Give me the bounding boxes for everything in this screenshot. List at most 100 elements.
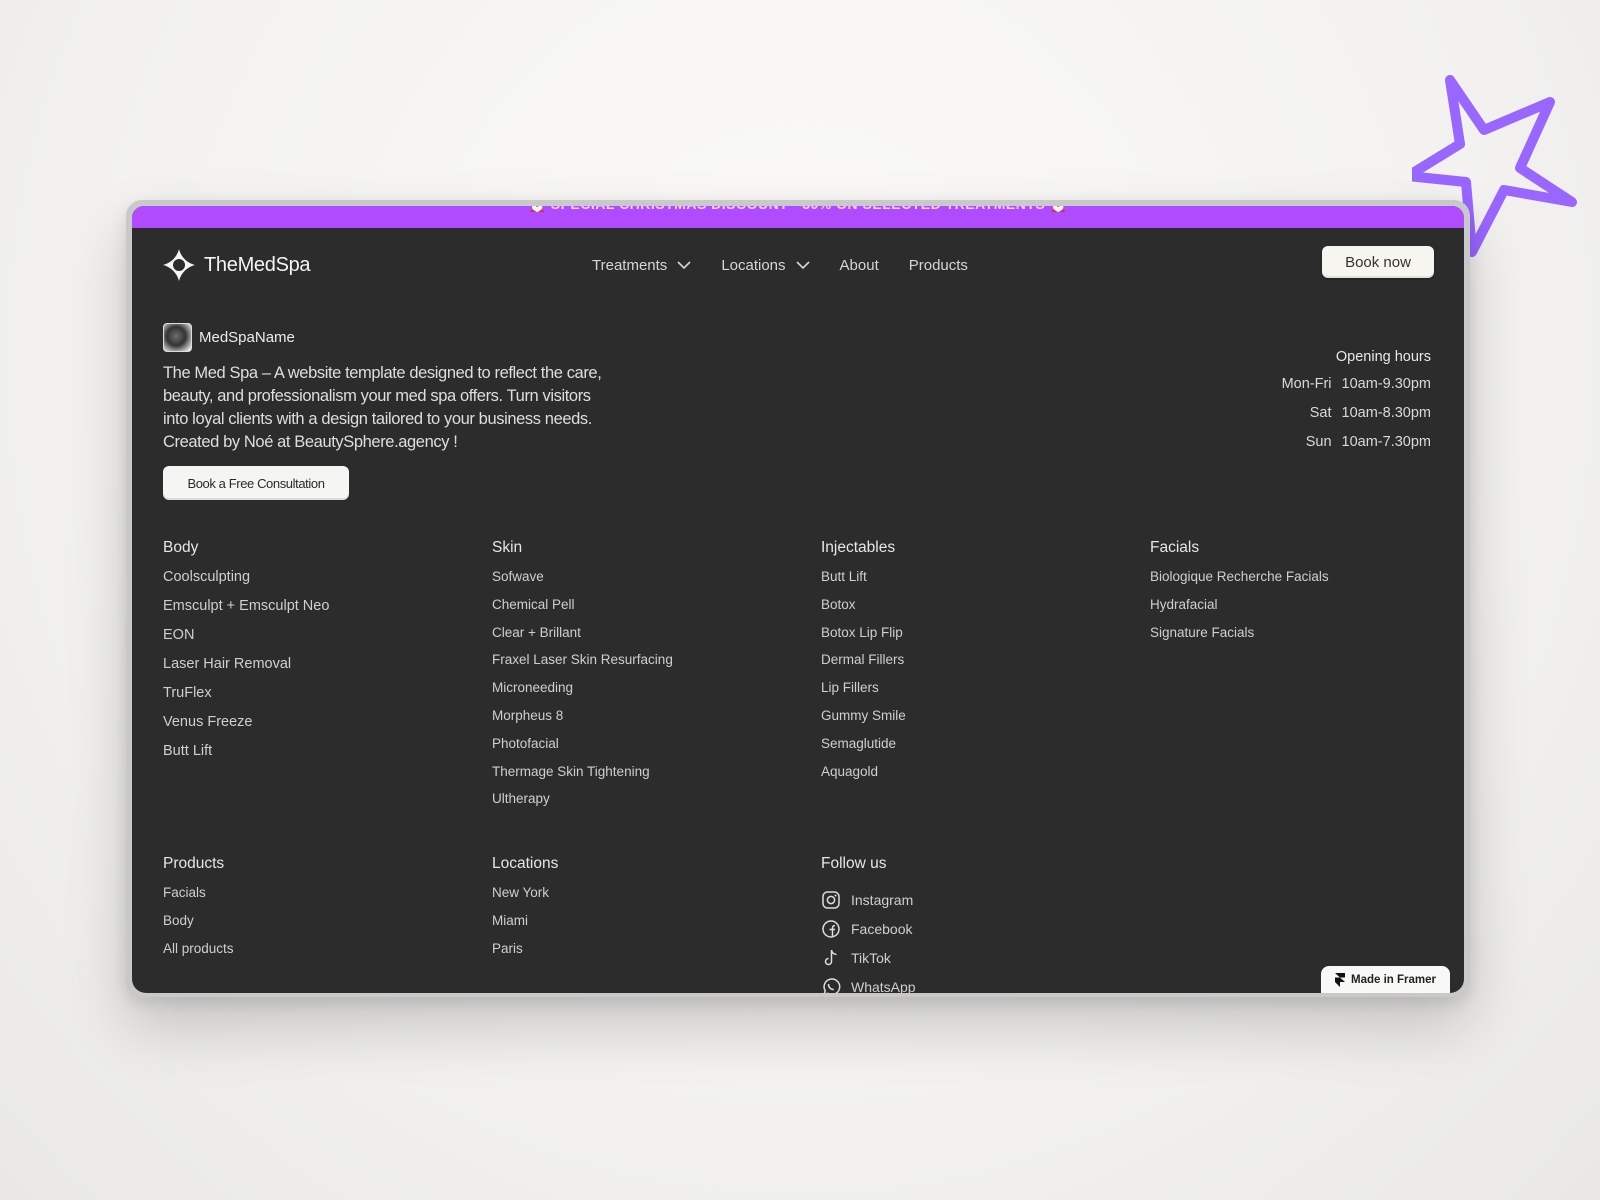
hours-day: Sun	[1305, 434, 1332, 450]
treatment-link[interactable]: Signature Facials	[1150, 625, 1464, 653]
footer-link[interactable]: Paris	[492, 941, 821, 969]
social-label: Instagram	[851, 891, 914, 908]
treatment-link[interactable]: Lip Fillers	[821, 680, 1150, 708]
treatment-link[interactable]: Photofacial	[492, 736, 821, 764]
treatment-link[interactable]: Emsculpt + Emsculpt Neo	[163, 598, 492, 627]
nav-label: Treatments	[592, 256, 668, 274]
made-in-framer-badge[interactable]: Made in Framer	[1321, 966, 1450, 993]
treatment-link[interactable]: Biologique Recherche Facials	[1150, 569, 1464, 597]
nav-about[interactable]: About	[840, 257, 879, 274]
treatment-link[interactable]: Laser Hair Removal	[163, 656, 492, 685]
treatment-link[interactable]: Semaglutide	[821, 736, 1150, 764]
framer-logo-icon	[1335, 972, 1345, 987]
nav-locations[interactable]: Locations	[721, 256, 810, 274]
hours-row: Sun 10am-7.30pm	[1282, 434, 1431, 450]
treatment-column-body: Body Coolsculpting Emsculpt + Emsculpt Neo…	[163, 539, 492, 819]
treatment-link[interactable]: TruFlex	[163, 685, 492, 714]
treatment-link[interactable]: Ultherapy	[492, 791, 821, 819]
header-nav: TheMedSpa Treatments Locations About Pro…	[132, 228, 1464, 302]
instagram-icon	[822, 890, 840, 909]
logo-diamond-icon	[163, 249, 195, 281]
treatment-link[interactable]: Venus Freeze	[163, 714, 492, 743]
treatment-link[interactable]: Clear + Brillant	[492, 625, 821, 653]
book-now-button[interactable]: Book now	[1322, 246, 1434, 278]
hours-time: 10am-9.30pm	[1341, 376, 1431, 392]
whatsapp-icon	[823, 977, 841, 993]
brand-name: MedSpaName	[199, 329, 295, 346]
description: The Med Spa – A website template designe…	[163, 364, 602, 451]
treatment-link[interactable]: Thermage Skin Tightening	[492, 764, 821, 792]
brand-row: MedSpaName	[163, 323, 603, 352]
footer-link[interactable]: Body	[163, 913, 492, 941]
treatment-link[interactable]: EON	[163, 627, 492, 656]
treatment-link[interactable]: Gummy Smile	[821, 708, 1150, 736]
opening-hours: Opening hours Mon-Fri 10am-9.30pm Sat 10am…	[1282, 349, 1431, 463]
treatment-link[interactable]: Sofwave	[492, 569, 821, 597]
treatment-link[interactable]: Microneeding	[492, 680, 821, 708]
chevron-down-icon	[795, 260, 810, 269]
treatment-link[interactable]: Botox Lip Flip	[821, 625, 1150, 653]
treatment-link[interactable]: Dermal Fillers	[821, 652, 1150, 680]
logo[interactable]: TheMedSpa	[162, 248, 311, 282]
footer-link[interactable]: All products	[163, 941, 492, 969]
locations-column: Locations New York Miami Paris	[492, 855, 821, 993]
hours-time: 10am-8.30pm	[1341, 405, 1431, 421]
treatment-link[interactable]: Botox	[821, 597, 1150, 625]
column-title: Skin	[492, 539, 523, 556]
facebook-icon	[822, 919, 840, 938]
hours-day: Sat	[1309, 405, 1332, 421]
tiktok-icon	[824, 949, 837, 965]
treatment-link[interactable]: Chemical Pell	[492, 597, 821, 625]
browser-frame: 🎅 SPECIAL CHRISTMAS DISCOUNT - 30% ON SE…	[126, 200, 1470, 997]
nav-treatments[interactable]: Treatments	[592, 257, 691, 274]
treatment-link[interactable]: Fraxel Laser Skin Resurfacing	[492, 652, 821, 680]
book-consultation-button[interactable]: Book a Free Consultation	[163, 466, 349, 500]
footer-link[interactable]: New York	[492, 885, 821, 913]
hours-title: Opening hours	[1335, 349, 1431, 365]
hours-row: Sat 10am-8.30pm	[1282, 405, 1431, 421]
treatment-link[interactable]: Aquagold	[821, 764, 1150, 792]
column-title: Body	[163, 539, 199, 556]
products-column: Products Facials Body All products	[163, 855, 492, 993]
hours-time: 10am-7.30pm	[1341, 434, 1431, 450]
social-instagram[interactable]: Instagram	[821, 885, 1150, 914]
social-whatsapp[interactable]: WhatsApp	[821, 972, 1150, 993]
footer-link[interactable]: Miami	[492, 913, 821, 941]
website: 🎅 SPECIAL CHRISTMAS DISCOUNT - 30% ON SE…	[132, 206, 1464, 993]
social-facebook[interactable]: Facebook	[821, 914, 1150, 943]
column-title: Injectables	[821, 539, 896, 556]
nav-label: About	[839, 256, 879, 274]
treatment-link[interactable]: Morpheus 8	[492, 708, 821, 736]
treatment-link[interactable]: Coolsculpting	[163, 569, 492, 598]
logo-text: TheMedSpa	[204, 253, 311, 276]
hours-day: Mon-Fri	[1281, 376, 1332, 392]
footer-columns: Products Facials Body All products Locat…	[163, 855, 1150, 993]
treatment-column-skin: Skin Sofwave Chemical Pell Clear + Brillant…	[492, 539, 821, 819]
social-label: Facebook	[851, 920, 913, 937]
footer-link[interactable]: Facials	[163, 885, 492, 913]
social-tiktok[interactable]: TikTok	[821, 943, 1150, 972]
badge-label: Made in Framer	[1351, 973, 1436, 986]
intro-section: MedSpaName The Med Spa – A website templ…	[163, 323, 603, 500]
hours-row: Mon-Fri 10am-9.30pm	[1282, 376, 1431, 392]
treatment-columns: Body Coolsculpting Emsculpt + Emsculpt Neo…	[163, 539, 1464, 819]
column-title: Facials	[1150, 539, 1200, 556]
treatment-link[interactable]: Butt Lift	[163, 743, 492, 772]
follow-column: Follow us Instagram Facebook TikTok What…	[821, 855, 1150, 993]
nav-label: Products	[908, 256, 968, 274]
social-label: WhatsApp	[851, 978, 916, 994]
treatment-link[interactable]: Butt Lift	[821, 569, 1150, 597]
avatar	[163, 323, 192, 352]
treatment-column-injectables: Injectables Butt Lift Botox Botox Lip Flip D…	[821, 539, 1150, 819]
nav-label: Locations	[721, 256, 786, 274]
treatment-link[interactable]: Hydrafacial	[1150, 597, 1464, 625]
column-title: Products	[163, 855, 225, 872]
promo-banner: 🎅 SPECIAL CHRISTMAS DISCOUNT - 30% ON SE…	[132, 206, 1464, 228]
social-label: TikTok	[851, 949, 891, 966]
nav-products[interactable]: Products	[909, 257, 968, 274]
column-title: Locations	[492, 855, 559, 872]
nav-links: Treatments Locations About Products	[592, 257, 968, 274]
chevron-down-icon	[677, 260, 691, 269]
column-title: Follow us	[821, 855, 887, 872]
treatment-column-facials: Facials Biologique Recherche Facials Hydra…	[1150, 539, 1464, 819]
